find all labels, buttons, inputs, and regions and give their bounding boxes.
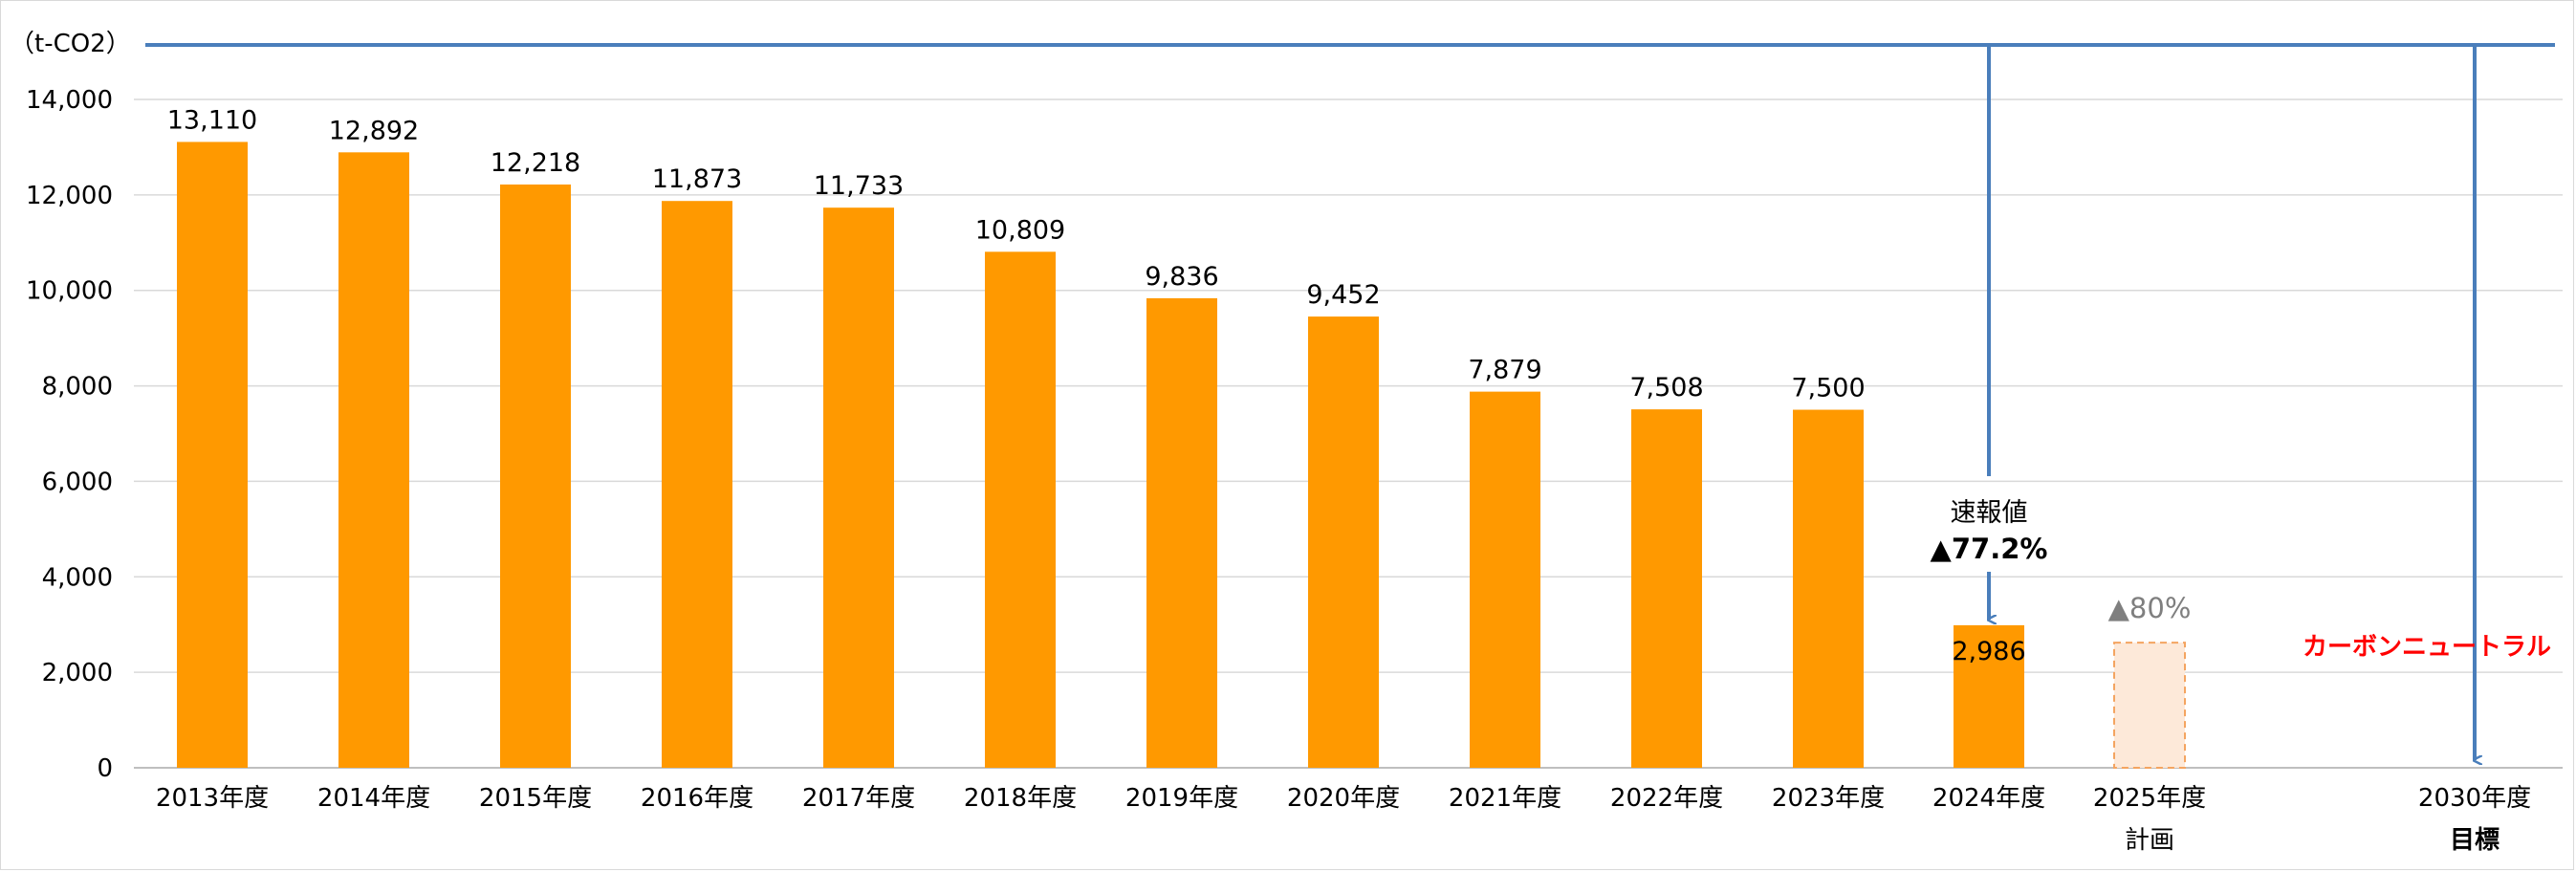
- category-label: 2017年度: [802, 784, 915, 813]
- preliminary-label: 速報値: [1951, 498, 2028, 528]
- bar: [1308, 316, 1379, 768]
- bar: [500, 184, 571, 768]
- y-tick-label: 8,000: [42, 373, 113, 402]
- y-tick-label: 4,000: [42, 563, 113, 592]
- category-label: 2024年度: [1932, 784, 2045, 813]
- data-label: 10,809: [975, 215, 1065, 245]
- data-label: 12,218: [491, 148, 580, 178]
- data-label: 13,110: [167, 105, 257, 135]
- bar: [1146, 297, 1217, 768]
- data-label: 12,892: [329, 116, 419, 145]
- category-label: 2020年度: [1287, 784, 1400, 813]
- category-label: 2023年度: [1772, 784, 1885, 813]
- category-label: 2025年度: [2093, 784, 2206, 813]
- category-label: 2016年度: [641, 784, 753, 813]
- y-tick-label: 10,000: [26, 277, 113, 306]
- y-tick-label: 6,000: [42, 468, 113, 496]
- y-tick-label: 14,000: [26, 86, 113, 115]
- data-label: 7,508: [1629, 373, 1703, 403]
- bars: [177, 142, 2186, 769]
- bar: [823, 207, 894, 769]
- bar: [985, 251, 1056, 768]
- plan-sublabel: 計画: [2125, 826, 2174, 855]
- data-label: 7,879: [1468, 356, 1541, 385]
- bar: [1470, 391, 1540, 768]
- data-label: 7,500: [1791, 374, 1865, 403]
- target-text: カーボンニュートラル: [2303, 633, 2551, 662]
- category-label: 2015年度: [479, 784, 592, 813]
- data-label: 2,986: [1952, 637, 2025, 666]
- data-label: 9,452: [1306, 280, 1380, 310]
- category-label: 2018年度: [964, 784, 1077, 813]
- y-tick-label: 12,000: [26, 182, 113, 210]
- category-label: 2021年度: [1449, 784, 1561, 813]
- plan-reduction: ▲80%: [2108, 592, 2192, 624]
- category-label: 2014年度: [317, 784, 430, 813]
- data-label: 11,733: [814, 171, 904, 201]
- data-label: 9,836: [1145, 262, 1218, 292]
- preliminary-reduction: ▲77.2%: [1931, 533, 2048, 565]
- bar: [1793, 409, 1864, 768]
- category-label: 2022年度: [1610, 784, 1723, 813]
- bar: [338, 152, 409, 768]
- category-label: 2030年度: [2418, 784, 2531, 813]
- category-label: 2013年度: [156, 784, 269, 813]
- bar-chart: （t-CO2） 0 2,000 4,000 6,000 8,000 10,000 12,000…: [10, 30, 2563, 855]
- target-sublabel: 目標: [2450, 826, 2500, 855]
- y-tick-label: 0: [97, 754, 113, 783]
- plan-bar: [2113, 642, 2186, 769]
- bar: [662, 201, 732, 769]
- y-tick-label: 2,000: [42, 659, 113, 687]
- category-label: 2019年度: [1125, 784, 1238, 813]
- bar: [177, 142, 248, 769]
- bar: [1631, 409, 1702, 768]
- data-label: 11,873: [652, 164, 742, 194]
- y-unit-label: （t-CO2）: [10, 30, 131, 58]
